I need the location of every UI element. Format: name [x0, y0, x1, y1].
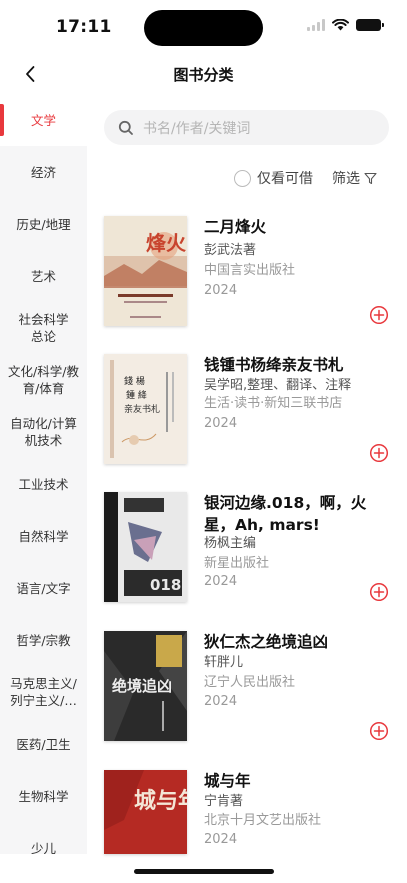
sidebar-item-literature[interactable]: 文学 — [0, 94, 87, 146]
funnel-icon — [364, 172, 377, 184]
book-title: 二月烽火 — [204, 218, 267, 236]
book-year: 2024 — [204, 416, 238, 431]
book-author: 杨枫主编 — [204, 536, 257, 551]
page-title: 图书分类 — [173, 66, 234, 84]
cover-title: 城与年 — [134, 788, 187, 814]
book-list-item[interactable]: 城与年 城与年 宁肯著 北京十月文艺出版社 2024 — [104, 770, 394, 880]
sidebar-item-label: 马克思主义/列宁主义/… — [10, 676, 77, 708]
book-title: 城与年 — [204, 772, 251, 790]
sidebar-item-medicine-health[interactable]: 医药/卫生 — [0, 718, 87, 770]
book-author: 宁肯著 — [204, 794, 244, 809]
add-book-button[interactable] — [369, 721, 389, 741]
filter-button[interactable]: 筛选 — [332, 168, 377, 188]
sidebar-item-history-geography[interactable]: 历史/地理 — [0, 198, 87, 250]
book-cover: 城与年 — [104, 770, 187, 854]
sidebar-item-label: 少儿 — [30, 840, 56, 855]
available-only-label: 仅看可借 — [257, 171, 313, 187]
sidebar-item-language[interactable]: 语言/文字 — [0, 562, 87, 614]
sidebar-item-culture-education[interactable]: 文化/科学/教育/体育 — [0, 354, 87, 406]
checkbox-circle-icon — [234, 169, 251, 187]
dynamic-island — [144, 10, 263, 46]
cover-title: 亲友书札 — [124, 403, 160, 415]
book-author: 吴学昭,整理、翻译、注释 — [204, 378, 352, 393]
search-input[interactable]: 书名/作者/关键词 — [104, 110, 389, 145]
cellular-signal-icon — [307, 19, 325, 31]
category-sidebar: 文学 经济 历史/地理 艺术 社会科学总论 文化/科学/教育/体育 自动化/计算… — [0, 94, 87, 854]
sidebar-item-label: 语言/文字 — [16, 580, 71, 596]
sidebar-item-label: 艺术 — [30, 268, 56, 284]
book-author: 彭武法著 — [204, 243, 257, 258]
book-cover: 錢 楊 鍾 絳 亲友书札 — [104, 354, 187, 464]
sidebar-item-label: 文学 — [30, 112, 56, 128]
sidebar-item-label: 工业技术 — [18, 476, 69, 492]
search-placeholder: 书名/作者/关键词 — [143, 120, 251, 137]
sidebar-item-label: 自然科学 — [18, 528, 69, 544]
cover-title: 018 — [150, 576, 181, 594]
book-cover: 烽火 — [104, 216, 187, 326]
search-icon — [118, 120, 133, 135]
sidebar-item-label: 社会科学总论 — [18, 312, 69, 344]
sidebar-item-automation-computing[interactable]: 自动化/计算机技术 — [0, 406, 87, 458]
status-bar: 17:11 — [0, 0, 407, 54]
book-title: 钱锺书杨绛亲友书札 — [204, 356, 344, 374]
book-publisher: 生活·读书·新知三联书店 — [204, 396, 343, 411]
sidebar-item-label: 历史/地理 — [16, 216, 71, 232]
sidebar-item-natural-science[interactable]: 自然科学 — [0, 510, 87, 562]
cover-title: 绝境追凶 — [112, 677, 172, 695]
sidebar-item-label: 经济 — [30, 164, 56, 180]
book-publisher: 新星出版社 — [204, 556, 270, 571]
sidebar-item-marxism-leninism[interactable]: 马克思主义/列宁主义/… — [0, 666, 87, 718]
filter-row: 仅看可借 筛选 — [234, 168, 377, 188]
status-icons — [307, 19, 384, 31]
status-time: 17:11 — [56, 17, 112, 37]
add-book-button[interactable] — [369, 582, 389, 602]
book-cover: 绝境追凶 — [104, 631, 187, 741]
book-list-item[interactable]: 绝境追凶 狄仁杰之绝境追凶 轩胖儿 辽宁人民出版社 2024 — [104, 631, 394, 741]
add-book-button[interactable] — [369, 305, 389, 325]
book-cover: 018 — [104, 492, 187, 602]
svg-text:錢 楊: 錢 楊 — [124, 375, 145, 387]
filter-label: 筛选 — [332, 171, 360, 187]
book-title: 银河边缘.018，啊，火星，Ah, mars! — [204, 494, 367, 534]
book-publisher: 辽宁人民出版社 — [204, 675, 296, 690]
book-year: 2024 — [204, 832, 238, 847]
book-publisher: 北京十月文艺出版社 — [204, 813, 322, 828]
sidebar-item-label: 生物科学 — [18, 788, 69, 804]
wifi-icon — [332, 19, 349, 31]
sidebar-item-industrial-tech[interactable]: 工业技术 — [0, 458, 87, 510]
cover-title: 烽火 — [146, 231, 187, 255]
sidebar-item-label: 文化/科学/教育/体育 — [8, 364, 79, 396]
add-book-button[interactable] — [369, 443, 389, 463]
book-year: 2024 — [204, 694, 238, 709]
book-list-item[interactable]: 烽火 二月烽火 彭武法著 中国言实出版社 2024 — [104, 216, 394, 326]
book-publisher: 中国言实出版社 — [204, 263, 296, 278]
home-indicator — [134, 869, 274, 874]
book-author: 轩胖儿 — [204, 655, 244, 670]
svg-text:鍾 絳: 鍾 絳 — [126, 389, 147, 401]
sidebar-item-label: 自动化/计算机技术 — [10, 416, 77, 448]
battery-icon — [356, 19, 384, 31]
sidebar-item-biology[interactable]: 生物科学 — [0, 770, 87, 822]
book-title: 狄仁杰之绝境追凶 — [204, 633, 329, 651]
book-year: 2024 — [204, 574, 238, 589]
sidebar-item-philosophy-religion[interactable]: 哲学/宗教 — [0, 614, 87, 666]
sidebar-item-social-science[interactable]: 社会科学总论 — [0, 302, 87, 354]
sidebar-item-label: 医药/卫生 — [16, 736, 71, 752]
sidebar-item-art[interactable]: 艺术 — [0, 250, 87, 302]
sidebar-item-children[interactable]: 少儿 — [0, 822, 87, 855]
sidebar-item-economics[interactable]: 经济 — [0, 146, 87, 198]
book-list-item[interactable]: 018 银河边缘.018，啊，火星，Ah, mars! 杨枫主编 新星出版社 2… — [104, 492, 394, 602]
book-year: 2024 — [204, 283, 238, 298]
sidebar-item-label: 哲学/宗教 — [16, 632, 71, 648]
book-list-item[interactable]: 錢 楊 鍾 絳 亲友书札 钱锺书杨绛亲友书札 吴学昭,整理、翻译、注释 生活·读… — [104, 354, 394, 464]
nav-bar: 图书分类 — [0, 54, 407, 94]
available-only-toggle[interactable]: 仅看可借 — [234, 168, 313, 188]
